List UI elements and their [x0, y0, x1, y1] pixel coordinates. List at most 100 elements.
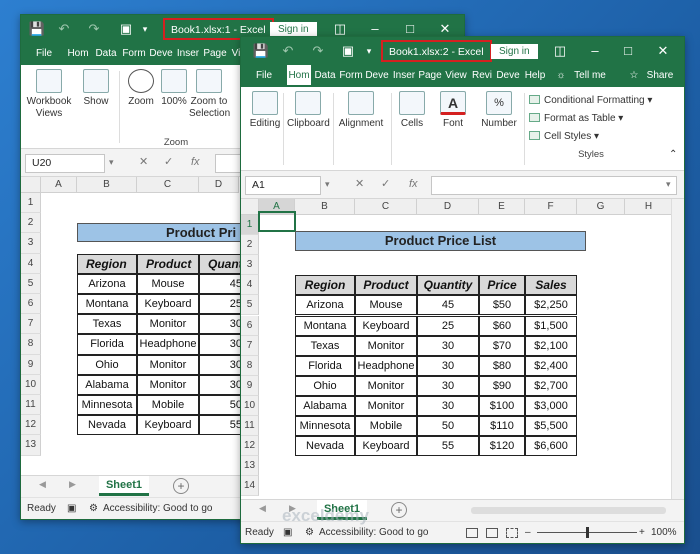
table-cell[interactable]: $3,000	[525, 395, 577, 416]
table-cell[interactable]: Montana	[295, 315, 355, 336]
table-cell[interactable]: $2,100	[525, 335, 577, 356]
row-header-3[interactable]: 3	[241, 255, 259, 276]
row-header-12[interactable]: 12	[241, 436, 259, 457]
table-cell[interactable]: Texas	[77, 314, 137, 335]
table-cell[interactable]: Mouse	[355, 295, 417, 316]
column-header-h[interactable]: H	[625, 199, 673, 215]
table-cell[interactable]: $70	[479, 335, 525, 356]
zoom-in-icon[interactable]: +	[639, 522, 645, 543]
scroll-left-icon[interactable]: ◀	[259, 503, 266, 514]
zoom-level[interactable]: 100%	[651, 522, 677, 543]
row-header-4[interactable]: 4	[21, 253, 41, 274]
tab-view[interactable]: View	[444, 65, 468, 87]
table-cell[interactable]: 45	[417, 295, 479, 316]
tab-home[interactable]: Hom	[65, 43, 91, 65]
tab-formulas[interactable]: Form	[121, 43, 147, 65]
column-header-c[interactable]: C	[355, 199, 417, 215]
format-as-table-button[interactable]: Format as Table ▾	[529, 113, 623, 124]
page-break-view-icon[interactable]	[506, 528, 518, 538]
tab-help[interactable]: Help	[523, 65, 547, 87]
lightbulb-icon[interactable]: ☼	[555, 65, 567, 87]
add-sheet-icon[interactable]: +	[391, 502, 407, 518]
table-cell[interactable]: $120	[479, 436, 525, 457]
table-cell[interactable]: Alabama	[77, 374, 137, 395]
clipboard-button[interactable]: Clipboard	[287, 91, 330, 130]
table-cell[interactable]: Montana	[77, 294, 137, 315]
save-icon[interactable]: 💾	[251, 37, 271, 65]
redo-icon[interactable]: ↷	[85, 15, 103, 43]
zoom-100-button[interactable]: 100%	[159, 69, 189, 108]
table-cell[interactable]: Mobile	[137, 395, 199, 416]
column-header-f[interactable]: F	[525, 199, 577, 215]
column-header-d[interactable]: D	[417, 199, 479, 215]
collapse-ribbon-icon[interactable]: ⌃	[669, 149, 677, 160]
insert-function-icon[interactable]: fx	[409, 176, 418, 195]
enter-icon[interactable]: ✓	[164, 154, 173, 173]
customize-qat-icon[interactable]: ▾	[139, 15, 151, 43]
quick-access-save-icon[interactable]: ▣	[117, 15, 135, 43]
table-cell[interactable]: $5,500	[525, 416, 577, 437]
workbook-views-button[interactable]: Workbook Views	[25, 69, 73, 120]
tab-data[interactable]: Data	[93, 43, 119, 65]
cells-button[interactable]: Cells	[397, 91, 427, 130]
undo-icon[interactable]: ↶	[55, 15, 73, 43]
table-cell[interactable]: $110	[479, 416, 525, 437]
vertical-scrollbar[interactable]	[671, 199, 684, 499]
tab-home[interactable]: Hom	[287, 65, 311, 87]
accessibility-icon[interactable]: ⚙	[89, 498, 98, 519]
zoom-button[interactable]: Zoom	[125, 69, 157, 108]
name-box[interactable]: A1	[245, 176, 321, 195]
editing-button[interactable]: Editing	[245, 91, 285, 130]
maximize-icon[interactable]: □	[614, 37, 642, 65]
tab-review[interactable]: Revi	[470, 65, 494, 87]
ribbon-display-icon[interactable]: ◫	[546, 37, 574, 65]
formula-input[interactable]	[431, 176, 677, 195]
row-header-5[interactable]: 5	[21, 273, 41, 294]
table-cell[interactable]: Arizona	[295, 295, 355, 316]
row-header-8[interactable]: 8	[241, 355, 259, 376]
row-header-6[interactable]: 6	[241, 315, 259, 336]
tab-file[interactable]: File	[31, 43, 57, 65]
sheet-tab-sheet1[interactable]: Sheet1	[99, 476, 149, 496]
tell-me-search[interactable]: Tell me	[571, 65, 609, 87]
table-cell[interactable]: $1,500	[525, 315, 577, 336]
zoom-to-selection-button[interactable]: Zoom to Selection	[189, 69, 230, 120]
table-cell[interactable]: Monitor	[137, 314, 199, 335]
cell-styles-button[interactable]: Cell Styles ▾	[529, 131, 599, 142]
row-header-1[interactable]: 1	[241, 215, 259, 236]
row-header-10[interactable]: 10	[21, 374, 41, 395]
table-cell[interactable]: 30	[417, 335, 479, 356]
row-header-6[interactable]: 6	[21, 294, 41, 315]
font-button[interactable]: A Font	[438, 91, 468, 130]
row-header-8[interactable]: 8	[21, 334, 41, 355]
table-cell[interactable]: $50	[479, 295, 525, 316]
table-cell[interactable]: Mobile	[355, 416, 417, 437]
tab-data[interactable]: Data	[313, 65, 337, 87]
column-header-c[interactable]: C	[137, 177, 199, 193]
close-icon[interactable]: ✕	[649, 37, 677, 65]
table-cell[interactable]: $100	[479, 395, 525, 416]
table-cell[interactable]: Florida	[77, 334, 137, 355]
worksheet-grid[interactable]: A B C D E F G H 1 2 3 4 5 6 7 8 9 10 11 12 13 14 Prod…	[241, 199, 684, 499]
customize-qat-icon[interactable]: ▾	[363, 37, 375, 65]
table-cell[interactable]: Keyboard	[137, 415, 199, 436]
row-header-12[interactable]: 12	[21, 415, 41, 436]
table-cell[interactable]: Texas	[295, 335, 355, 356]
row-header-14[interactable]: 14	[241, 476, 259, 497]
insert-function-icon[interactable]: fx	[191, 154, 200, 173]
row-header-4[interactable]: 4	[241, 275, 259, 296]
column-header-a[interactable]: A	[41, 177, 77, 193]
row-header-11[interactable]: 11	[21, 395, 41, 416]
expand-formula-bar-icon[interactable]: ▾	[666, 176, 671, 195]
tab-insert[interactable]: Inser	[174, 43, 202, 65]
column-header-d[interactable]: D	[199, 177, 239, 193]
tab-page-layout[interactable]: Page	[202, 43, 228, 65]
column-header-b[interactable]: B	[77, 177, 137, 193]
share-button[interactable]: Share	[643, 65, 677, 87]
row-header-1[interactable]: 1	[21, 193, 41, 214]
row-header-3[interactable]: 3	[21, 233, 41, 254]
column-header-e[interactable]: E	[479, 199, 525, 215]
name-box-dropdown-icon[interactable]: ▾	[109, 154, 114, 173]
alignment-button[interactable]: Alignment	[337, 91, 385, 130]
row-header-11[interactable]: 11	[241, 416, 259, 437]
